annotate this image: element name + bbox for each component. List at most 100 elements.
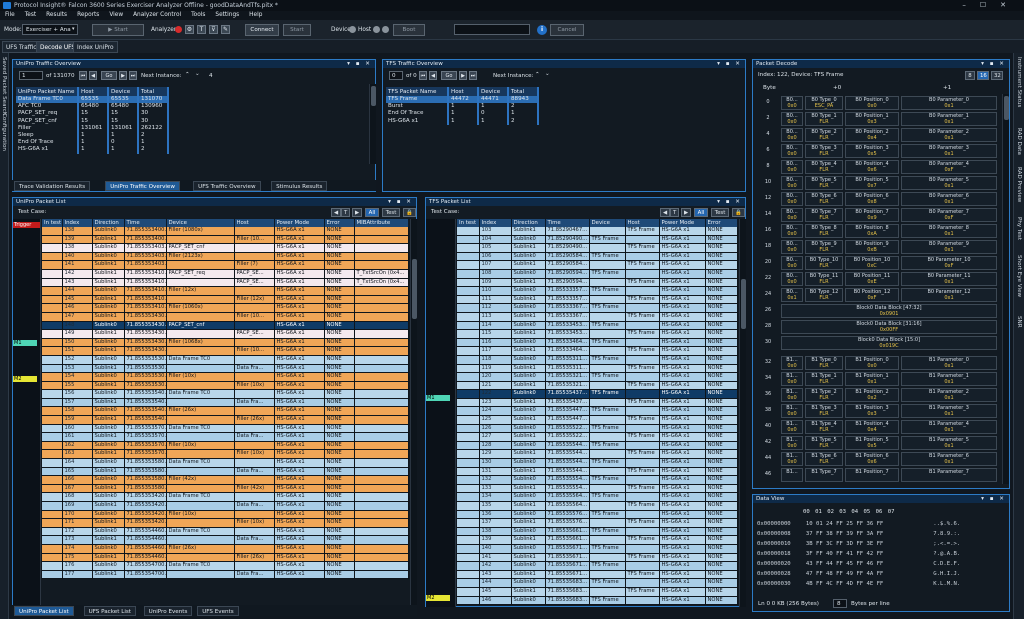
field-cell[interactable]: B1 Type_6 FLR (805, 452, 843, 466)
table-row[interactable]: HS-G6A x1 1 1 2 (386, 117, 539, 125)
column-header[interactable]: Host (625, 219, 660, 227)
scrollbar[interactable] (739, 219, 746, 607)
column-header[interactable]: Host (78, 87, 109, 96)
table-row[interactable]: 146 Sublink0 71.85535683... TFS Frame HS-G6A… (457, 596, 738, 606)
field-cell[interactable]: B0... 0x0 (781, 208, 803, 222)
hex-row[interactable]: 0x00000020 43 FF 44 FF 45 FF 46 FF C.D.E.F… (757, 559, 997, 569)
trigger-icon[interactable]: T (197, 25, 206, 34)
field-cell[interactable]: B0 Position_6 0x8 (845, 192, 899, 206)
column-header[interactable]: Total (508, 87, 539, 96)
hex-row[interactable]: 0x00000008 37 FF 38 FF 39 FF 3A FF 7.8.9.:… (757, 529, 997, 539)
expand-icon[interactable]: ▶ (352, 208, 363, 217)
table-row[interactable]: 125 Sublink1 71.85535447... TFS Frame HS-G6A… (457, 415, 738, 425)
table-row[interactable]: 107 Sublink1 71.85290584... TFS Frame HS-G6A… (457, 260, 738, 270)
table-row[interactable]: 161 Sublink1 71.855353570... Data Fra... HS-… (42, 432, 409, 442)
packet-gutter[interactable]: M1 M2 (426, 219, 456, 607)
prev-page-icon[interactable]: ◀ (429, 71, 437, 80)
table-row[interactable]: 133 Sublink1 71.85535554... TFS Frame HS-G6A… (457, 484, 738, 494)
field-cell[interactable]: B0 Type_2 FLR (805, 128, 843, 142)
table-row[interactable]: 131 Sublink1 71.85535544... TFS Frame HS-G6A… (457, 467, 738, 477)
column-header[interactable]: Direction (92, 219, 125, 227)
table-row[interactable]: PACP_SET_req 15 15 30 (16, 110, 169, 118)
tools-icon[interactable]: ✎ (221, 25, 230, 34)
table-row[interactable]: 171 Sublink1 71.855353420... Filler (10x) HS… (42, 518, 409, 528)
field-cell[interactable]: B0 Parameter_6 0x1 (901, 192, 997, 206)
table-row[interactable]: 159 Sublink1 71.855353540... Filler (26x) HS… (42, 415, 409, 425)
field-cell[interactable]: B0 Parameter_9 0x1 (901, 240, 997, 254)
trigger-icon[interactable]: T (670, 208, 680, 217)
column-header[interactable]: Time (545, 219, 590, 227)
field-cell[interactable]: B1... (781, 468, 803, 482)
field-cell[interactable]: B1 Type_5 FLR (805, 436, 843, 450)
decode-grid[interactable]: 0 B0... 0x0 B0 Type_0 ESC_PA B0 Position_0 0x0… (753, 96, 1001, 486)
instance-down-icon[interactable]: ⌄ (545, 71, 550, 77)
scrollbar[interactable] (410, 219, 417, 607)
page-input[interactable]: 1 (19, 71, 43, 80)
boot-button[interactable]: Boot (393, 24, 425, 36)
field-cell[interactable]: B0 Type_8 FLR (805, 224, 843, 238)
trigger-icon[interactable]: T (341, 208, 351, 217)
field-cell[interactable]: B1 Parameter_2 0x1 (901, 388, 997, 402)
settings-gear-icon[interactable]: ⚙ (185, 25, 194, 34)
all-button[interactable]: All (694, 208, 708, 217)
table-row[interactable]: 142 Sublink1 71.855353410... PACP_SET_req PA… (42, 269, 409, 279)
side-tab[interactable]: Short Eye View (1016, 255, 1022, 297)
field-cell[interactable]: B1 Position_4 0x4 (845, 420, 899, 434)
field-cell[interactable]: B0 Type_0 ESC_PA (805, 96, 843, 110)
field-cell[interactable]: B0... 0x1 (781, 288, 803, 302)
field-cell[interactable]: B0 Parameter_7 0xF (901, 208, 997, 222)
table-row[interactable]: 123 Sublink1 71.85535437... TFS Frame HS-G6A… (457, 398, 738, 408)
column-header[interactable]: UniPro Packet Name (16, 87, 79, 96)
field-cell[interactable]: B0... 0x0 (781, 160, 803, 174)
column-header[interactable]: In test (42, 219, 63, 227)
column-header[interactable]: Index (62, 219, 93, 227)
field-cell[interactable]: B1 Position_3 0x3 (845, 404, 899, 418)
table-row[interactable]: 108 Sublink0 71.85290594... TFS Frame HS-G6A… (457, 269, 738, 279)
table-row[interactable]: 168 Sublink0 71.855353420... Data Frame TC0… (42, 492, 409, 502)
column-header[interactable]: Host (234, 219, 275, 227)
table-row[interactable]: 147 Sublink1 71.855353430... Filler (10... H… (42, 312, 409, 322)
table-row[interactable]: 109 Sublink1 71.85290594... TFS Frame HS-G6A… (457, 278, 738, 288)
start-button-2[interactable]: Start (283, 24, 311, 36)
tab-0[interactable]: UniPro Packet List (14, 606, 74, 616)
table-row[interactable]: 103 Sublink1 71.85290467... TFS Frame HS-G6A… (457, 227, 738, 236)
table-row[interactable]: 141 Sublink1 71.85535671... TFS Frame HS-G6A… (457, 553, 738, 563)
table-row[interactable]: 129 Sublink1 71.85535544... TFS Frame HS-G6A… (457, 449, 738, 460)
table-row[interactable]: 132 Sublink0 71.85535554... TFS Frame HS-G6A… (457, 475, 738, 485)
table-row[interactable]: 130 Sublink0 71.85535544... TFS Frame HS-G6A… (457, 458, 738, 468)
column-header[interactable]: In test (457, 219, 480, 227)
tab-0[interactable]: Trace Validation Results (14, 181, 91, 191)
connect-button[interactable]: Connect (245, 24, 279, 36)
mode-select[interactable]: Exerciser + Ana (22, 24, 78, 35)
search-input[interactable] (454, 24, 530, 35)
table-row[interactable]: 139 Sublink1 71.855353400... Filler (10... H… (42, 235, 409, 245)
table-row[interactable]: 175 Sublink1 71.855354460... Filler (26x) HS… (42, 553, 409, 563)
table-row[interactable]: 156 Sublink0 71.855353540... Data Frame TC0… (42, 389, 409, 399)
column-header[interactable]: Index (479, 219, 512, 227)
first-page-icon[interactable]: ⏮ (419, 71, 427, 80)
table-row[interactable]: 138 Sublink0 71.85535661... TFS Frame HS-G6A… (457, 527, 738, 537)
field-cell[interactable]: B1 Type_7 (805, 468, 843, 482)
table-row[interactable]: Data Frame TC0 65535 65535 131070 (16, 96, 169, 104)
field-cell[interactable]: B1 Parameter_5 0x1 (901, 436, 997, 450)
table-row[interactable]: 120 Sublink0 71.85535321... TFS Frame HS-G6A… (457, 372, 738, 382)
table-row[interactable]: 146 Sublink0 71.855353410... Filler (1060x)… (42, 303, 409, 313)
field-cell[interactable]: B1 Position_7 (845, 468, 899, 482)
table-row[interactable]: 137 Sublink1 71.85535576... TFS Frame HS-G6A… (457, 518, 738, 528)
column-header[interactable]: Total (138, 87, 169, 96)
table-row[interactable]: 145 Sublink1 71.855353410... Filler (12x) HS… (42, 295, 409, 305)
field-cell[interactable]: B0... 0x0 (781, 96, 803, 110)
table-row[interactable]: 106 Sublink0 71.85290584... TFS Frame HS-G6A… (457, 252, 738, 262)
field-cell[interactable]: B1 Parameter_7 (901, 468, 997, 482)
field-cell[interactable]: B1... 0x0 (781, 452, 803, 466)
table-row[interactable]: 138 Sublink0 71.855353403... PACP_SET_cnf HS… (42, 243, 409, 253)
instance-up-icon[interactable]: ⌃ (185, 72, 190, 78)
table-row[interactable]: 153 Sublink1 71.855353530... Data Fra... HS-… (42, 364, 409, 374)
field-cell[interactable]: B1 Parameter_3 0x1 (901, 404, 997, 418)
table-row[interactable]: TFS Frame 44472 44471 88943 (386, 96, 539, 104)
field-cell[interactable]: B0 Position_10 0xC (845, 256, 899, 270)
table-row[interactable]: 111 Sublink1 71.85533357... TFS Frame HS-G6A… (457, 295, 738, 305)
table-row[interactable]: 165 Sublink1 71.855353580... Data Fra... HS-… (42, 467, 409, 477)
panel-controls[interactable]: ▾ ▪ ✕ (981, 60, 1006, 68)
table-row[interactable]: 118 Sublink0 71.85535311... TFS Frame HS-G6A… (457, 355, 738, 365)
